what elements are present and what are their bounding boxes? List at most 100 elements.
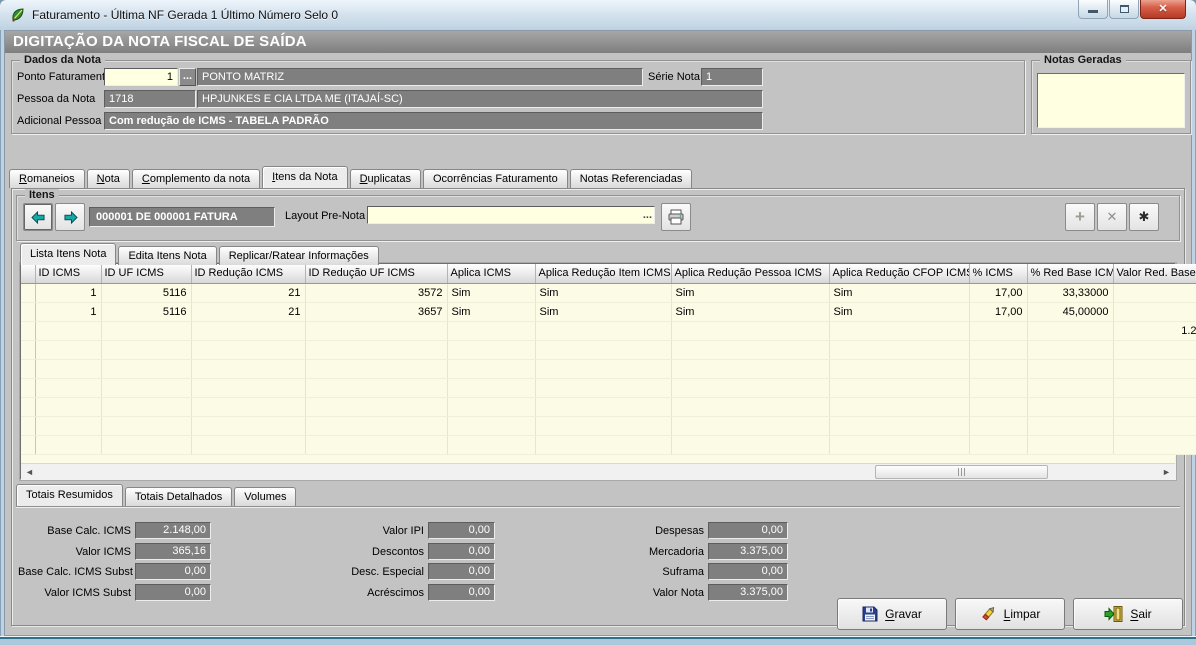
grid-cell[interactable] bbox=[35, 416, 101, 435]
grid-cell[interactable] bbox=[191, 378, 305, 397]
grid-cell[interactable]: 5116 bbox=[101, 283, 191, 302]
table-row[interactable] bbox=[21, 359, 1196, 378]
grid-col-header-red-base-icms[interactable]: % Red Base ICMS bbox=[1027, 264, 1113, 283]
previous-record-button[interactable] bbox=[23, 203, 53, 231]
grid-col-header-aplica-icms[interactable]: Aplica ICMS bbox=[447, 264, 535, 283]
grid-cell[interactable]: 3572 bbox=[305, 283, 447, 302]
tab-complemento-da-nota[interactable]: Complemento da nota bbox=[132, 169, 260, 188]
item-tab-lista-itens-nota[interactable]: Lista Itens Nota bbox=[20, 243, 116, 265]
grid-cell[interactable] bbox=[305, 340, 447, 359]
grid-cell[interactable] bbox=[829, 378, 969, 397]
grid-cell[interactable]: 1 bbox=[35, 283, 101, 302]
scroll-left-icon[interactable]: ◄ bbox=[22, 465, 37, 479]
grid-cell[interactable] bbox=[191, 416, 305, 435]
layout-pre-nota-browse-button[interactable]: ... bbox=[643, 207, 652, 223]
table-row[interactable]: 15116213572SimSimSimSim17,0033,33000833,… bbox=[21, 283, 1196, 302]
grid-cell[interactable] bbox=[1113, 416, 1196, 435]
grid-cell[interactable] bbox=[35, 321, 101, 340]
grid-cell[interactable] bbox=[447, 378, 535, 397]
layout-pre-nota-input[interactable]: ... bbox=[367, 206, 655, 224]
grid-cell[interactable] bbox=[829, 359, 969, 378]
tab-duplicatas[interactable]: Duplicatas bbox=[350, 169, 421, 188]
grid-cell[interactable] bbox=[191, 435, 305, 454]
grid-cell[interactable] bbox=[969, 321, 1027, 340]
next-record-button[interactable] bbox=[55, 203, 85, 231]
scrollbar-thumb[interactable] bbox=[875, 465, 1048, 479]
grid-cell[interactable] bbox=[1027, 378, 1113, 397]
grid-cell[interactable] bbox=[35, 359, 101, 378]
grid-col-header-id-reducao-uf-icms[interactable]: ID Redução UF ICMS bbox=[305, 264, 447, 283]
grid-cell[interactable]: Sim bbox=[447, 302, 535, 321]
grid-cell[interactable] bbox=[535, 321, 671, 340]
grid-cell[interactable]: 1 bbox=[35, 302, 101, 321]
grid-cell[interactable] bbox=[101, 397, 191, 416]
totais-tab-volumes[interactable]: Volumes bbox=[234, 487, 296, 506]
table-row[interactable] bbox=[21, 397, 1196, 416]
grid-cell[interactable] bbox=[447, 416, 535, 435]
grid-col-header-aplica-reducao-pessoa-icms[interactable]: Aplica Redução Pessoa ICMS bbox=[671, 264, 829, 283]
grid-col-header-valor-red-base-calc-icms[interactable]: Valor Red. Base Calc ICMS bbox=[1113, 264, 1196, 283]
grid-cell[interactable] bbox=[671, 340, 829, 359]
table-row[interactable]: 1.227,000000 bbox=[21, 321, 1196, 340]
grid-cell[interactable] bbox=[447, 397, 535, 416]
delete-item-button[interactable]: ✕ bbox=[1097, 203, 1127, 231]
horizontal-scrollbar[interactable]: ◄ ► bbox=[21, 463, 1175, 479]
grid-cell[interactable]: 45,00000 bbox=[1027, 302, 1113, 321]
grid-cell[interactable] bbox=[1027, 321, 1113, 340]
grid-cell[interactable] bbox=[1027, 416, 1113, 435]
grid-cell[interactable] bbox=[191, 321, 305, 340]
grid-col-header-id-reducao-icms[interactable]: ID Redução ICMS bbox=[191, 264, 305, 283]
grid-cell[interactable] bbox=[305, 416, 447, 435]
grid-cell[interactable] bbox=[671, 321, 829, 340]
grid-cell[interactable] bbox=[191, 340, 305, 359]
grid-cell[interactable] bbox=[101, 416, 191, 435]
grid-cell[interactable] bbox=[447, 321, 535, 340]
grid-cell[interactable] bbox=[829, 340, 969, 359]
table-row[interactable] bbox=[21, 378, 1196, 397]
ponto-faturamento-input[interactable]: 1 bbox=[104, 68, 178, 86]
grid-cell[interactable]: 393,75 bbox=[1113, 302, 1196, 321]
grid-col-header-aplica-reducao-item-icms[interactable]: Aplica Redução Item ICMS bbox=[535, 264, 671, 283]
grid-cell[interactable]: Sim bbox=[829, 302, 969, 321]
table-row[interactable] bbox=[21, 340, 1196, 359]
grid-cell[interactable]: 833,25 bbox=[1113, 283, 1196, 302]
grid-cell[interactable] bbox=[535, 397, 671, 416]
grid-cell[interactable] bbox=[671, 359, 829, 378]
grid-cell[interactable]: 1.227,000000 bbox=[1113, 321, 1196, 340]
grid-cell[interactable]: Sim bbox=[671, 302, 829, 321]
grid-cell[interactable] bbox=[829, 416, 969, 435]
grid-cell[interactable] bbox=[101, 378, 191, 397]
grid-cell[interactable] bbox=[447, 435, 535, 454]
grid-cell[interactable] bbox=[829, 321, 969, 340]
add-item-button[interactable]: + bbox=[1065, 203, 1095, 231]
grid-cell[interactable] bbox=[969, 397, 1027, 416]
tab-nota[interactable]: Nota bbox=[87, 169, 130, 188]
totais-tab-totais-resumidos[interactable]: Totais Resumidos bbox=[16, 484, 123, 506]
grid-cell[interactable] bbox=[101, 359, 191, 378]
grid-cell[interactable] bbox=[305, 378, 447, 397]
grid-cell[interactable] bbox=[969, 378, 1027, 397]
grid-cell[interactable] bbox=[535, 416, 671, 435]
grid-cell[interactable] bbox=[35, 435, 101, 454]
minimize-button[interactable] bbox=[1078, 0, 1108, 19]
grid-cell[interactable] bbox=[1113, 435, 1196, 454]
grid-cell[interactable] bbox=[305, 321, 447, 340]
grid-cell[interactable] bbox=[305, 397, 447, 416]
grid-cell[interactable] bbox=[191, 397, 305, 416]
grid-col-header-aplica-reducao-cfop-icms[interactable]: Aplica Redução CFOP ICMS bbox=[829, 264, 969, 283]
grid-cell[interactable] bbox=[35, 397, 101, 416]
grid-cell[interactable] bbox=[969, 359, 1027, 378]
restore-button[interactable] bbox=[1109, 0, 1139, 19]
table-row[interactable] bbox=[21, 416, 1196, 435]
grid-cell[interactable] bbox=[447, 340, 535, 359]
table-row[interactable]: 15116213657SimSimSimSim17,0045,00000393,… bbox=[21, 302, 1196, 321]
grid-cell[interactable] bbox=[671, 397, 829, 416]
grid-cell[interactable] bbox=[1027, 359, 1113, 378]
tab-romaneios[interactable]: Romaneios bbox=[9, 169, 85, 188]
grid-cell[interactable] bbox=[535, 359, 671, 378]
grid-cell[interactable] bbox=[35, 378, 101, 397]
grid-cell[interactable] bbox=[1027, 397, 1113, 416]
grid-cell[interactable] bbox=[101, 435, 191, 454]
grid-cell[interactable]: 3657 bbox=[305, 302, 447, 321]
grid-cell[interactable] bbox=[535, 378, 671, 397]
